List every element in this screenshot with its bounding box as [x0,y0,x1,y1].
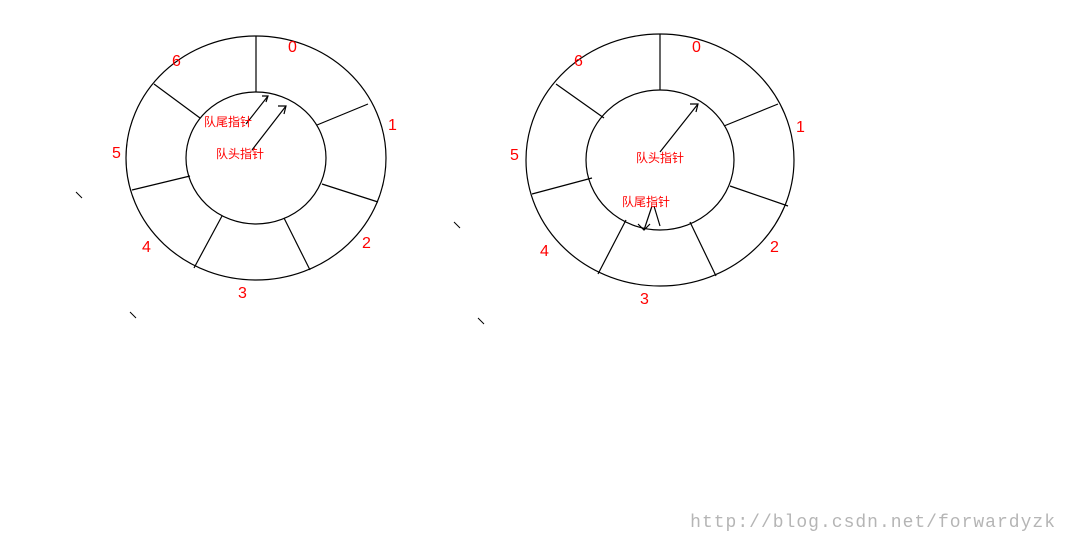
head-arrow-shaft [660,104,698,152]
slot-label-2: 2 [362,236,371,252]
ring-queue-left-svg [0,0,420,330]
slot-label-4: 4 [142,240,151,256]
spoke [556,84,604,118]
spoke [317,104,368,125]
spoke [194,216,222,268]
ring-queue-left: 0 1 2 3 4 5 6 队尾指针 队头指针 [0,0,420,335]
slot-label-1: 1 [388,118,397,134]
slot-label-1: 1 [796,120,805,136]
tail-pointer-label: 队尾指针 [622,196,670,208]
slot-label-6: 6 [574,54,583,70]
watermark: http://blog.csdn.net/forwardyzk [690,513,1056,533]
slot-label-5: 5 [510,148,519,164]
slot-label-5: 5 [112,146,121,162]
stage: 0 1 2 3 4 5 6 队尾指针 队头指针 [0,0,1066,539]
slot-label-4: 4 [540,244,549,260]
ring-queue-right: 0 1 2 3 4 5 6 队头指针 队尾指针 [400,0,840,345]
head-arrow-shaft [252,106,286,150]
slot-label-6: 6 [172,54,181,70]
spoke [132,176,190,190]
slot-label-0: 0 [692,40,701,56]
spoke [690,222,716,276]
spoke [322,184,378,202]
spoke [724,104,778,126]
spoke [284,218,310,270]
spoke [154,84,200,118]
spoke [730,186,788,206]
spoke [532,178,592,194]
slot-label-3: 3 [238,286,247,302]
spoke [598,220,626,274]
slot-label-2: 2 [770,240,779,256]
slot-label-3: 3 [640,292,649,308]
head-pointer-label: 队头指针 [636,152,684,164]
slot-label-0: 0 [288,40,297,56]
head-pointer-label: 队头指针 [216,148,264,160]
tail-pointer-label: 队尾指针 [204,116,252,128]
ring-queue-right-svg [400,0,840,340]
tail-arrow-extra [654,206,660,226]
